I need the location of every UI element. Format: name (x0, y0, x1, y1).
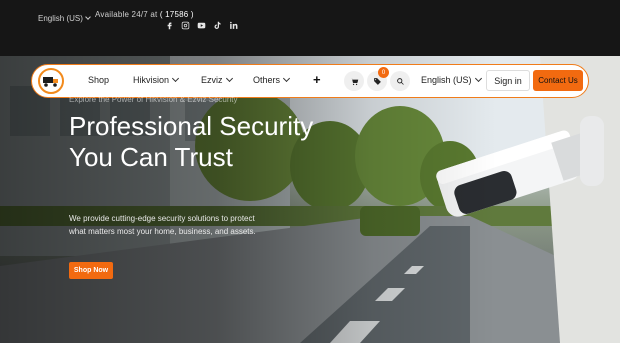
chevron-down-icon (474, 74, 482, 83)
wishlist-count-badge: 0 (378, 67, 389, 78)
signin-button[interactable]: Sign in (486, 70, 530, 91)
nav-item-others[interactable]: Others (253, 74, 291, 85)
hero-title: Professional Security You Can Trust (69, 111, 314, 172)
search-button[interactable] (390, 71, 410, 91)
language-label: English (US) (421, 75, 472, 85)
nav-item-hikvision[interactable]: Hikvision (133, 74, 180, 85)
wishlist-button[interactable]: 0 (367, 67, 389, 91)
main-nav: Shop Hikvision Ezviz Others + 0 English … (31, 64, 589, 98)
plus-icon[interactable]: + (313, 72, 321, 87)
cart-button[interactable] (344, 71, 364, 91)
language-selector-top[interactable]: English (US) (38, 14, 91, 23)
tiktok-icon[interactable] (213, 21, 222, 30)
social-links (165, 21, 238, 30)
tag-icon (373, 77, 381, 85)
facebook-icon[interactable] (165, 21, 174, 30)
hero-description: We provide cutting-edge security solutio… (69, 214, 256, 236)
shop-now-button[interactable]: Shop Now (69, 262, 113, 279)
truck-logo-icon (43, 77, 58, 87)
nav-item-label: Ezviz (201, 75, 223, 85)
nav-item-shop[interactable]: Shop (88, 75, 109, 85)
chevron-down-icon (85, 14, 91, 20)
chevron-down-icon (282, 74, 291, 83)
search-icon (396, 77, 404, 85)
nav-item-label: Shop (88, 75, 110, 85)
nav-item-ezviz[interactable]: Ezviz (201, 74, 233, 85)
availability-prefix: Available 24/7 at (95, 10, 158, 19)
hero-eyebrow: Explore the Power of Hikvision & Ezviz S… (69, 95, 238, 104)
cart-icon (350, 77, 358, 85)
instagram-icon[interactable] (181, 21, 190, 30)
youtube-icon[interactable] (197, 21, 206, 30)
nav-item-label: Hikvision (133, 75, 170, 85)
nav-item-label: Others (253, 75, 281, 85)
linkedin-icon[interactable] (229, 21, 238, 30)
top-bar: English (US) Available 24/7 at ( 17586 ) (0, 0, 620, 56)
logo[interactable] (38, 68, 64, 94)
chevron-down-icon (225, 74, 233, 83)
contact-us-button[interactable]: Contact Us (533, 70, 583, 91)
chevron-down-icon (171, 74, 180, 83)
availability-text: Available 24/7 at ( 17586 ) (95, 10, 194, 19)
language-selector[interactable]: English (US) (421, 74, 482, 85)
language-label: English (US) (38, 14, 83, 23)
phone-number[interactable]: ( 17586 ) (160, 10, 194, 19)
